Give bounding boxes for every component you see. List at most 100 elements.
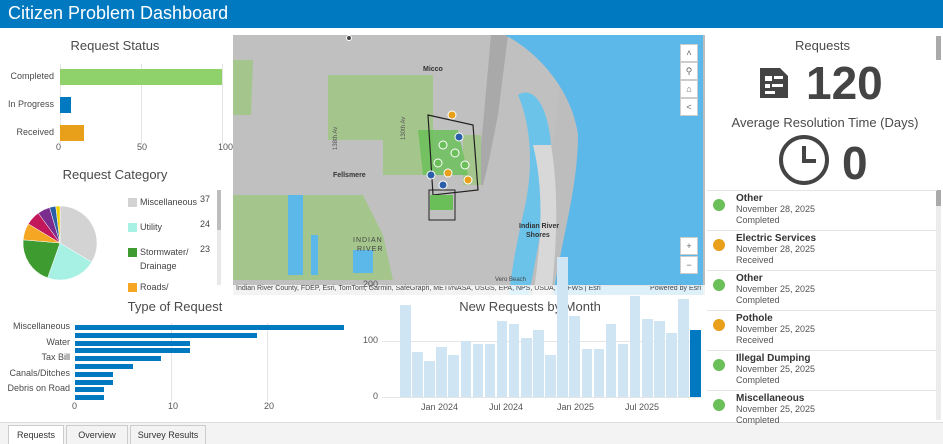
type-of-request-title: Type of Request: [127, 299, 223, 314]
nr-column[interactable]: [690, 329, 701, 397]
tor-bar[interactable]: [75, 340, 191, 346]
legend-value: 37: [200, 194, 211, 204]
avg-resolution-value: 0: [842, 137, 868, 189]
legend-label[interactable]: Miscellaneous: [140, 197, 197, 207]
nr-column[interactable]: [678, 299, 689, 397]
page-scrollbar[interactable]: [936, 36, 941, 60]
tor-bar[interactable]: [75, 371, 114, 377]
collapse-icon[interactable]: ˄: [680, 44, 698, 62]
list-item-name: Pothole: [736, 313, 773, 324]
request-status-icon: [713, 319, 725, 331]
list-item[interactable]: Electric Services November 28, 2025 Receiv…: [707, 230, 937, 270]
tor-bar[interactable]: [75, 387, 104, 393]
search-icon[interactable]: ⚲: [680, 62, 698, 80]
attribution-text: Indian River County, FDEP, Esri, TomTom,…: [236, 285, 601, 292]
rs-tick: 50: [137, 142, 148, 152]
tor-tick: 20: [264, 401, 275, 411]
map-label-138th: 138th Av: [333, 126, 339, 150]
request-category-title: Request Category: [62, 167, 168, 182]
powered-by-esri[interactable]: Powered by Esri: [650, 285, 701, 292]
tor-bar[interactable]: [75, 348, 191, 354]
request-status-icon: [713, 399, 725, 411]
nr-column[interactable]: [496, 321, 508, 397]
rs-bar[interactable]: [60, 69, 222, 85]
nr-xtick: Jan 2025: [557, 402, 595, 412]
legend-label[interactable]: Utility: [140, 222, 162, 232]
tor-tick: 10: [168, 401, 179, 411]
nr-column[interactable]: [629, 296, 641, 397]
tor-bar[interactable]: [75, 379, 114, 385]
list-item[interactable]: Other November 25, 2025 Completed: [707, 270, 937, 310]
tor-bar[interactable]: [75, 332, 258, 338]
nr-column[interactable]: [508, 324, 520, 397]
nr-column[interactable]: [412, 352, 423, 397]
nr-column[interactable]: [545, 355, 556, 397]
app-title: Citizen Problem Dashboard: [8, 3, 229, 23]
nr-column[interactable]: [593, 349, 605, 397]
tor-label: Debris on Road: [7, 383, 70, 393]
list-item[interactable]: Pothole November 25, 2025 Received: [707, 310, 937, 350]
nr-column[interactable]: [642, 318, 653, 397]
request-status-icon: [713, 239, 725, 251]
nr-column[interactable]: [460, 341, 471, 397]
list-item[interactable]: Illegal Dumping November 25, 2025 Complete…: [707, 350, 937, 390]
nr-column[interactable]: [654, 321, 665, 397]
list-item-status: Received: [736, 335, 774, 345]
nr-ytick: 100: [362, 335, 378, 345]
legend-label[interactable]: Roads/: [140, 282, 169, 292]
map-label-ir-shores-2: Shores: [526, 232, 550, 239]
nr-column[interactable]: [484, 343, 496, 397]
map-label-130th: 130th Av: [401, 116, 407, 140]
map-label-river: RIVER: [357, 246, 384, 253]
nr-column[interactable]: [424, 360, 435, 397]
tor-bar[interactable]: [75, 356, 162, 362]
list-item-name: Illegal Dumping: [736, 353, 811, 364]
nr-column[interactable]: [436, 346, 447, 397]
list-item[interactable]: Miscellaneous November 25, 2025 Completed: [707, 390, 937, 430]
nr-column[interactable]: [617, 343, 629, 397]
legend-label[interactable]: Stormwater/: [140, 247, 189, 257]
zoom-out-button[interactable]: −: [680, 256, 698, 274]
nr-column[interactable]: [533, 329, 544, 397]
legend-scrollbar[interactable]: [217, 190, 221, 285]
rs-bar[interactable]: [60, 97, 72, 113]
request-status-icon: [713, 359, 725, 371]
nr-gridline: [382, 397, 700, 398]
legend-swatch: [128, 223, 137, 232]
list-item-status: Completed: [736, 215, 780, 225]
tor-bar[interactable]: [75, 364, 133, 369]
home-icon[interactable]: ⌂: [680, 80, 698, 98]
tab-requests[interactable]: Requests: [8, 425, 64, 444]
expand-icon[interactable]: <: [680, 98, 698, 116]
category-pie-chart: [22, 205, 98, 281]
rs-label: Received: [16, 127, 54, 137]
nr-column[interactable]: [448, 355, 459, 397]
request-status-icon: [713, 279, 725, 291]
nr-column[interactable]: [581, 349, 592, 397]
map-label-ir-shores: Indian River: [519, 223, 560, 230]
tor-bar[interactable]: [75, 325, 344, 330]
nr-column[interactable]: [400, 304, 411, 397]
rs-bar[interactable]: [60, 125, 85, 141]
map-view[interactable]: Micco Fellsmere INDIAN RIVER Indian Rive…: [233, 35, 705, 295]
header-bar: Citizen Problem Dashboard: [0, 0, 943, 28]
nr-column[interactable]: [569, 315, 580, 397]
nr-column[interactable]: [557, 257, 568, 397]
tab-overview[interactable]: Overview: [66, 425, 128, 444]
rs-tick: 0: [56, 142, 62, 152]
list-item[interactable]: Other November 28, 2025 Completed: [707, 190, 937, 230]
tor-bar[interactable]: [75, 395, 104, 401]
tor-label: Tax Bill: [41, 352, 70, 362]
list-item-date: November 25, 2025: [736, 404, 816, 414]
tor-label: Miscellaneous: [12, 321, 70, 331]
nr-xtick: Jan 2024: [421, 402, 459, 412]
tab-survey-results[interactable]: Survey Results: [130, 425, 206, 444]
nr-column[interactable]: [472, 343, 484, 397]
new-requests-title: New Requests by Month: [459, 299, 601, 314]
request-count: 120: [806, 57, 883, 109]
nr-column[interactable]: [666, 332, 677, 397]
nr-ytick: 0: [372, 391, 378, 401]
zoom-in-button[interactable]: +: [680, 237, 698, 255]
nr-column[interactable]: [521, 338, 532, 397]
nr-column[interactable]: [605, 324, 617, 397]
